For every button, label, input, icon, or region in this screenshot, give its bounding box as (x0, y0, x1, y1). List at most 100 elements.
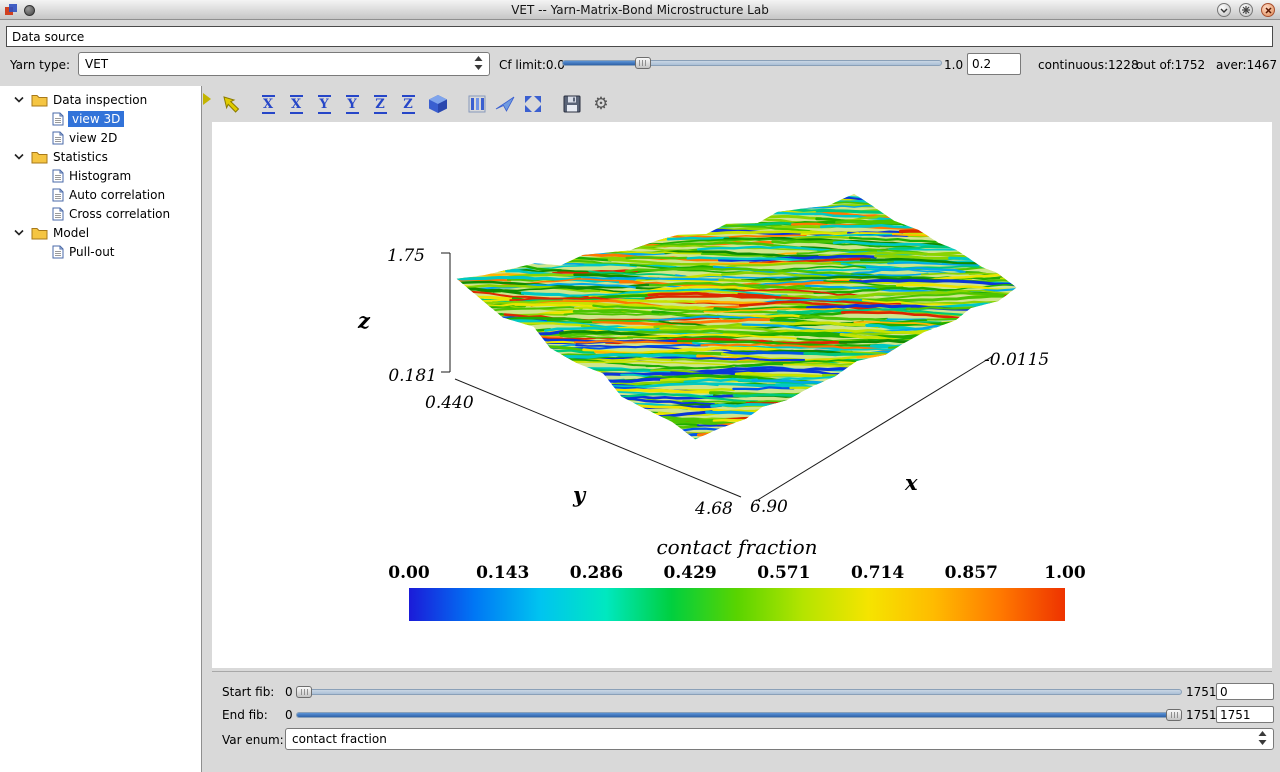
tree-item-view-2d[interactable]: view 2D (0, 128, 201, 147)
start-fib-slider[interactable] (296, 686, 1182, 698)
colorbar-tick-label: 1.00 (1044, 563, 1085, 583)
end-fib-max: 1751 (1186, 708, 1217, 722)
document-icon (52, 169, 64, 183)
slider-track[interactable] (562, 60, 942, 66)
settings-gear-icon[interactable]: ⚙ (590, 93, 612, 115)
isometric-view-cube-icon[interactable] (426, 92, 450, 116)
view-toolbar: X X Y Y Z Z (212, 86, 1280, 122)
panel-sash (202, 86, 212, 772)
cf-limit-max: 1.0 (944, 58, 963, 72)
tree-group-statistics[interactable]: Statistics (0, 147, 201, 166)
start-fib-row: Start fib: 0 1751 (212, 682, 1274, 702)
colorbar-tick-label: 0.714 (851, 563, 904, 583)
tree-group-label: Statistics (53, 150, 108, 164)
tree-item-label: Histogram (69, 169, 131, 183)
cf-limit-label: Cf limit:0.0 (499, 58, 565, 72)
colorbar (409, 588, 1065, 621)
var-enum-value: contact fraction (292, 732, 1258, 746)
end-fib-slider[interactable] (296, 709, 1182, 721)
combobox-arrows-icon (474, 56, 483, 73)
stat-continuous: continuous:1228 (1038, 58, 1139, 72)
document-icon (52, 245, 64, 259)
tree-group-label: Model (53, 226, 89, 240)
y-axis-far-label: 4.68 (695, 499, 733, 519)
slider-thumb[interactable] (296, 686, 312, 698)
x-axis-letter: x (905, 470, 918, 495)
tree-group-data-inspection[interactable]: Data inspection (0, 90, 201, 109)
colorbar-tick-label: 0.857 (945, 563, 998, 583)
tree-item-label: view 3D (68, 111, 124, 127)
cf-limit-slider[interactable] (562, 57, 942, 69)
set-view-x2-button[interactable]: X (284, 91, 308, 117)
start-fib-max: 1751 (1186, 685, 1217, 699)
end-fib-input[interactable] (1216, 706, 1274, 723)
document-icon (52, 112, 64, 126)
stat-out-of: out of:1752 (1136, 58, 1205, 72)
folder-icon (31, 150, 48, 164)
tree-item-cross-correlation[interactable]: Cross correlation (0, 204, 201, 223)
set-view-z2-button[interactable]: Z (396, 91, 420, 117)
scalar-bars-icon[interactable] (466, 93, 488, 115)
camera-fly-icon[interactable] (494, 93, 516, 115)
cf-limit-input[interactable] (967, 53, 1021, 75)
colorbar-title: contact fraction (537, 535, 937, 559)
window-title: VET -- Yarn-Matrix-Bond Microstructure L… (100, 3, 1180, 17)
set-view-x1-button[interactable]: X (256, 91, 280, 117)
var-enum-combobox[interactable]: contact fraction (285, 728, 1274, 750)
end-fib-row: End fib: 0 1751 (212, 705, 1274, 725)
tree-group-label: Data inspection (53, 93, 147, 107)
folder-icon (31, 226, 48, 240)
document-icon (52, 207, 64, 221)
x-axis-near-label: 6.90 (750, 497, 788, 517)
tree-item-label: Pull-out (69, 245, 115, 259)
colorbar-ticks: 0.000.1430.2860.4290.5710.7140.8571.00 (212, 563, 1272, 585)
window-menu-icon[interactable] (24, 5, 35, 16)
slider-track[interactable] (296, 689, 1182, 695)
y-axis-letter: y (573, 482, 585, 507)
colorbar-tick-label: 0.00 (388, 563, 429, 583)
z-axis-min-label: 0.181 (320, 366, 437, 386)
tree-item-view-3d[interactable]: view 3D (0, 109, 201, 128)
tree-item-label: Auto correlation (69, 188, 165, 202)
end-fib-min: 0 (285, 708, 293, 722)
save-icon[interactable] (562, 94, 582, 114)
yarn-type-label: Yarn type: (10, 58, 70, 72)
chevron-down-icon[interactable] (14, 153, 24, 160)
data-source-header: Data source (6, 26, 1273, 47)
start-fib-label: Start fib: (222, 685, 274, 699)
slider-track[interactable] (296, 712, 1182, 718)
app-logo-icon (4, 3, 18, 17)
colorbar-tick-label: 0.143 (476, 563, 529, 583)
slider-thumb[interactable] (635, 57, 651, 69)
var-enum-label: Var enum: (222, 733, 284, 747)
titlebar: VET -- Yarn-Matrix-Bond Microstructure L… (0, 0, 1280, 20)
chevron-down-icon[interactable] (14, 96, 24, 103)
start-fib-min: 0 (285, 685, 293, 699)
yarn-type-value: VET (85, 57, 474, 71)
yarn-type-combobox[interactable]: VET (78, 52, 490, 76)
set-view-z1-button[interactable]: Z (368, 91, 392, 117)
z-axis-max-label: 1.75 (320, 246, 425, 266)
slider-thumb[interactable] (1166, 709, 1182, 721)
set-view-y1-button[interactable]: Y (312, 91, 336, 117)
tree-item-pull-out[interactable]: Pull-out (0, 242, 201, 261)
window-close-button[interactable] (1261, 3, 1275, 17)
stat-aver: aver:1467 (1216, 58, 1277, 72)
start-fib-input[interactable] (1216, 683, 1274, 700)
var-enum-row: Var enum: contact fraction (212, 728, 1274, 752)
window-maximize-button[interactable] (1239, 3, 1253, 17)
set-view-y2-button[interactable]: Y (340, 91, 364, 117)
pick-tool-icon[interactable] (220, 93, 242, 115)
document-icon (52, 188, 64, 202)
sash-collapse-handle[interactable] (203, 93, 211, 105)
fit-view-expand-icon[interactable] (522, 93, 544, 115)
tree-group-model[interactable]: Model (0, 223, 201, 242)
tree-item-auto-correlation[interactable]: Auto correlation (0, 185, 201, 204)
y-axis-near-label: 0.440 (425, 393, 474, 413)
combobox-arrows-icon (1258, 731, 1267, 748)
window-shade-button[interactable] (1217, 3, 1231, 17)
tree-item-histogram[interactable]: Histogram (0, 166, 201, 185)
data-source-label: Data source (12, 30, 84, 44)
chevron-down-icon[interactable] (14, 229, 24, 236)
plot-canvas-3d[interactable]: 1.75 z 0.181 0.440 y 4.68 6.90 x -0.0115… (212, 122, 1272, 668)
